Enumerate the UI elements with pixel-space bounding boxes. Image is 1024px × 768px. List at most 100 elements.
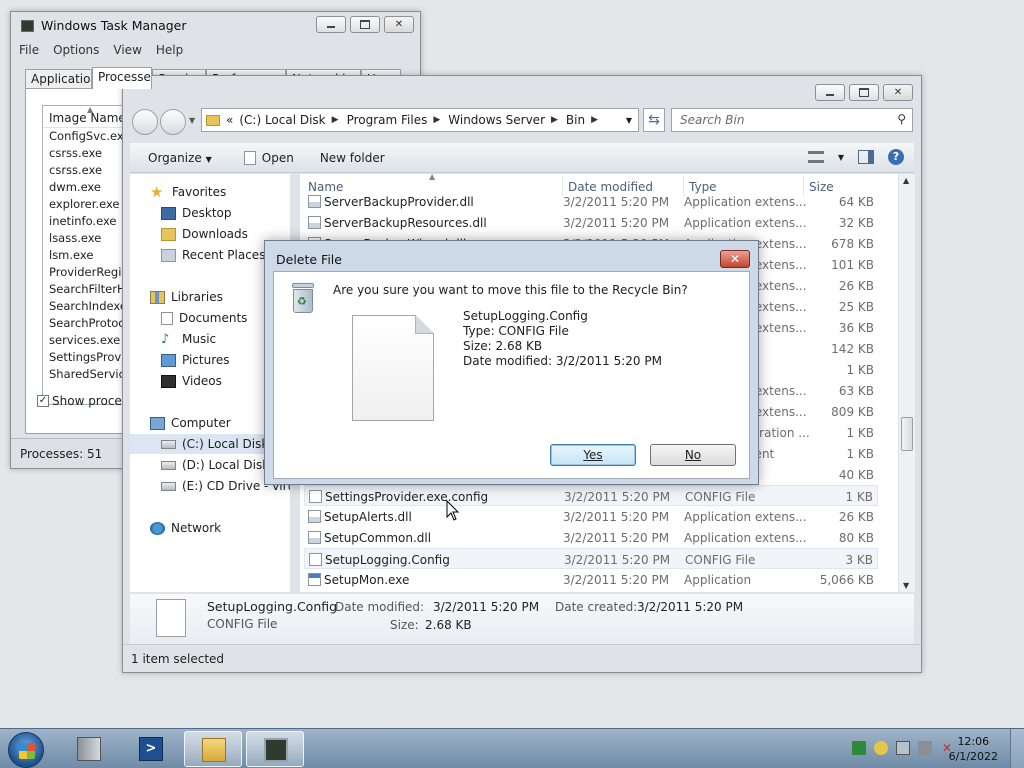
process-row[interactable]: SearchProtoc...	[43, 315, 125, 332]
help-icon[interactable]: ?	[888, 149, 904, 165]
file-list-scrollbar[interactable]: ▲ ▼	[898, 174, 915, 592]
file-type: Application extens...	[684, 216, 807, 230]
clock[interactable]: 12:06 6/1/2022	[949, 734, 998, 764]
details-created-label: Date created:	[555, 600, 638, 614]
menu-options[interactable]: Options	[53, 43, 99, 57]
breadcrumb-arrow-icon[interactable]: ▶	[591, 115, 598, 125]
task-manager-titlebar[interactable]: Windows Task Manager ✕	[11, 12, 420, 40]
breadcrumb-program-files[interactable]: Program Files	[347, 113, 428, 127]
recent-pages-chevron-icon[interactable]: ▼	[189, 116, 195, 125]
nav-recent-places[interactable]: Recent Places	[161, 245, 265, 265]
file-icon	[156, 599, 186, 637]
taskbar-powershell[interactable]: >	[122, 731, 180, 767]
yes-button[interactable]: Yes	[550, 444, 636, 466]
preview-pane-icon[interactable]	[858, 150, 874, 164]
address-dropdown-icon[interactable]: ▼	[626, 116, 632, 125]
taskbar-explorer[interactable]	[184, 731, 242, 767]
taskbar-server-manager[interactable]	[60, 731, 118, 767]
file-row[interactable]: SetupLogging.Config 3/2/2011 5:20 PM CONFI…	[304, 548, 878, 569]
nav-documents[interactable]: Documents	[161, 308, 247, 328]
process-row[interactable]: SearchIndexe...	[43, 298, 125, 315]
process-row[interactable]: lsass.exe	[43, 230, 125, 247]
open-button[interactable]: Open	[243, 150, 294, 165]
nav-computer[interactable]: Computer	[150, 413, 231, 433]
file-row[interactable]: ServerBackupProvider.dll 3/2/2011 5:20 PM…	[304, 191, 878, 212]
nav-d-drive[interactable]: (D:) Local Disk	[161, 455, 269, 475]
address-bar[interactable]: « (C:) Local Disk ▶ Program Files ▶ Wind…	[201, 108, 639, 132]
file-row[interactable]: SettingsProvider.exe.config 3/2/2011 5:20…	[304, 485, 878, 506]
explorer-titlebar[interactable]: ✕	[123, 76, 921, 104]
tab-processes[interactable]: Processes	[92, 67, 152, 89]
nav-label: (C:) Local Disk	[182, 437, 269, 451]
nav-label: Recent Places	[182, 248, 266, 262]
nav-music[interactable]: ♪ Music	[161, 329, 216, 349]
nav-desktop[interactable]: Desktop	[161, 203, 232, 223]
file-size: 809 KB	[831, 405, 874, 419]
no-button[interactable]: No	[650, 444, 736, 466]
file-size: 32 KB	[838, 216, 874, 230]
breadcrumb-overflow[interactable]: «	[226, 113, 233, 127]
new-folder-button[interactable]: New folder	[320, 151, 385, 165]
process-row[interactable]: csrss.exe	[43, 145, 125, 162]
dialog-close-button[interactable]: ✕	[720, 250, 750, 268]
search-icon[interactable]: ⚲	[897, 112, 906, 126]
nav-pictures[interactable]: Pictures	[161, 350, 230, 370]
explorer-maximize-button[interactable]	[849, 84, 879, 101]
file-row[interactable]: ServerBackupResources.dll 3/2/2011 5:20 P…	[304, 212, 878, 233]
process-row[interactable]: ConfigSvc.exe	[43, 128, 125, 145]
dialog-file-date: Date modified: 3/2/2011 5:20 PM	[463, 354, 662, 368]
file-row[interactable]: SetupAlerts.dll 3/2/2011 5:20 PM Applicati…	[304, 506, 878, 527]
search-input[interactable]: Search Bin ⚲	[671, 108, 913, 132]
process-row[interactable]: csrss.exe	[43, 162, 125, 179]
process-row[interactable]: dwm.exe	[43, 179, 125, 196]
task-manager-minimize-button[interactable]	[316, 16, 346, 33]
task-manager-close-button[interactable]: ✕	[384, 16, 414, 33]
process-row[interactable]: SettingsProvi...	[43, 349, 125, 366]
network-status-icon[interactable]	[896, 741, 910, 755]
process-row[interactable]: SharedServic...	[43, 366, 125, 383]
organize-button[interactable]: Organize ▼	[148, 151, 212, 165]
file-row[interactable]: SetupCommon.dll 3/2/2011 5:20 PM Applicati…	[304, 527, 878, 548]
change-view-icon[interactable]	[807, 151, 824, 163]
process-row[interactable]: explorer.exe	[43, 196, 125, 213]
file-row[interactable]: SetupMon.exe 3/2/2011 5:20 PM Application 5…	[304, 569, 878, 590]
menu-help[interactable]: Help	[156, 43, 183, 57]
breadcrumb-arrow-icon[interactable]: ▶	[551, 115, 558, 125]
nav-downloads[interactable]: Downloads	[161, 224, 248, 244]
explorer-close-button[interactable]: ✕	[883, 84, 913, 101]
nav-libraries[interactable]: Libraries	[150, 287, 223, 307]
task-manager-maximize-button[interactable]	[350, 16, 380, 33]
breadcrumb-windows-server[interactable]: Windows Server	[448, 113, 545, 127]
explorer-minimize-button[interactable]	[815, 84, 845, 101]
start-button[interactable]	[8, 732, 44, 768]
process-row[interactable]: SearchFilterH...	[43, 281, 125, 298]
taskbar-task-manager[interactable]	[246, 731, 304, 767]
tab-applications[interactable]: Applications	[25, 69, 92, 89]
breadcrumb-arrow-icon[interactable]: ▶	[332, 115, 339, 125]
back-button[interactable]	[132, 109, 158, 135]
show-desktop-button[interactable]	[1010, 729, 1024, 768]
show-processes-checkbox[interactable]: ✓ Show process	[37, 394, 134, 408]
refresh-button[interactable]: ⇆	[643, 108, 665, 132]
forward-button[interactable]	[160, 109, 186, 135]
scrollbar-thumb[interactable]	[901, 417, 913, 451]
action-center-icon[interactable]	[874, 741, 888, 755]
process-row[interactable]: ProviderRegis...	[43, 264, 125, 281]
nav-favorites[interactable]: ★ Favorites	[150, 182, 226, 202]
tray-app-icon[interactable]	[852, 741, 866, 755]
menu-file[interactable]: File	[19, 43, 39, 57]
process-row[interactable]: inetinfo.exe	[43, 213, 125, 230]
process-row[interactable]: services.exe	[43, 332, 125, 349]
breadcrumb-bin[interactable]: Bin	[566, 113, 585, 127]
file-size: 1 KB	[846, 363, 874, 377]
process-row[interactable]: lsm.exe	[43, 247, 125, 264]
chevron-down-icon[interactable]: ▼	[838, 153, 844, 162]
tray-device-icon[interactable]	[918, 741, 932, 755]
nav-videos[interactable]: Videos	[161, 371, 222, 391]
breadcrumb-arrow-icon[interactable]: ▶	[433, 115, 440, 125]
menu-view[interactable]: View	[113, 43, 141, 57]
scroll-down-icon[interactable]: ▼	[903, 581, 909, 590]
scroll-up-icon[interactable]: ▲	[903, 176, 909, 185]
breadcrumb-c-drive[interactable]: (C:) Local Disk	[239, 113, 325, 127]
nav-network[interactable]: Network	[150, 518, 221, 538]
